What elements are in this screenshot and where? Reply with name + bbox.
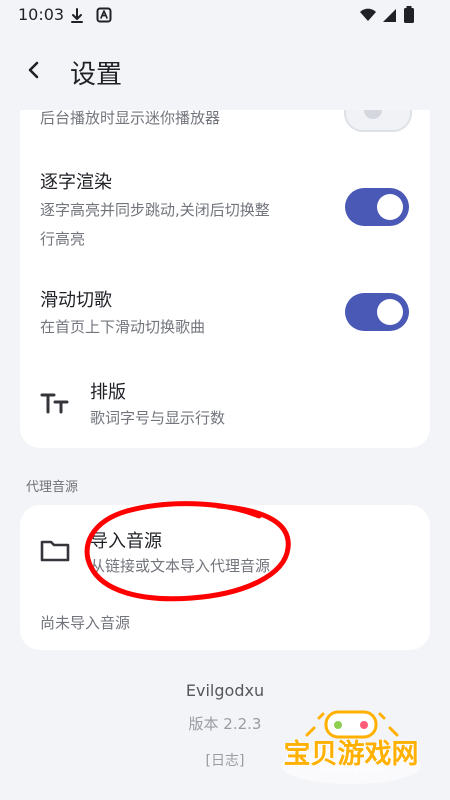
folder-icon [40, 540, 70, 562]
proxy-status: 尚未导入音源 [40, 614, 131, 632]
a-icon [96, 7, 112, 23]
page-title: 设置 [70, 60, 123, 90]
swipe-song-description: 在首页上下滑动切换歌曲 [40, 318, 206, 336]
word-rendering-toggle[interactable] [345, 188, 409, 226]
mini-player-toggle[interactable] [344, 110, 412, 132]
signal-icon [383, 9, 396, 22]
word-rendering-description: 逐字高亮并同步跳动,关闭后切换整 行高亮 [40, 201, 270, 248]
typography-icon [40, 393, 69, 414]
proxy-card: 导入音源 从链接或文本导入代理音源 尚未导入音源 [20, 505, 430, 650]
proxy-section-title: 代理音源 [26, 480, 79, 495]
word-rendering-title: 逐字渲染 [40, 172, 112, 193]
mini-player-description: 后台播放时显示迷你播放器 [40, 110, 221, 127]
footer-version: 版本 2.2.3 [188, 715, 262, 733]
status-time: 10:03 [18, 5, 65, 24]
download-icon [71, 8, 83, 23]
import-source-description: 从链接或文本导入代理音源 [90, 557, 271, 575]
status-bar: 10:03 [0, 0, 450, 30]
wifi-icon [360, 8, 376, 21]
battery-icon [404, 6, 414, 23]
settings-card: 后台播放时显示迷你播放器 逐字渲染 逐字高亮并同步跳动,关闭后切换整 行高亮 滑… [20, 110, 430, 448]
layout-description: 歌词字号与显示行数 [90, 409, 226, 427]
footer-log-link[interactable]: [日志] [0, 750, 450, 770]
toggle-knob [377, 299, 403, 325]
swipe-song-toggle[interactable] [345, 293, 409, 331]
page-header: 设置 [0, 30, 450, 110]
footer-author: Evilgodxu [185, 681, 265, 700]
import-source-title: 导入音源 [90, 531, 162, 552]
toggle-knob [377, 194, 403, 220]
back-button[interactable] [20, 56, 48, 84]
layout-title: 排版 [90, 382, 126, 403]
swipe-song-title: 滑动切歌 [40, 290, 112, 311]
